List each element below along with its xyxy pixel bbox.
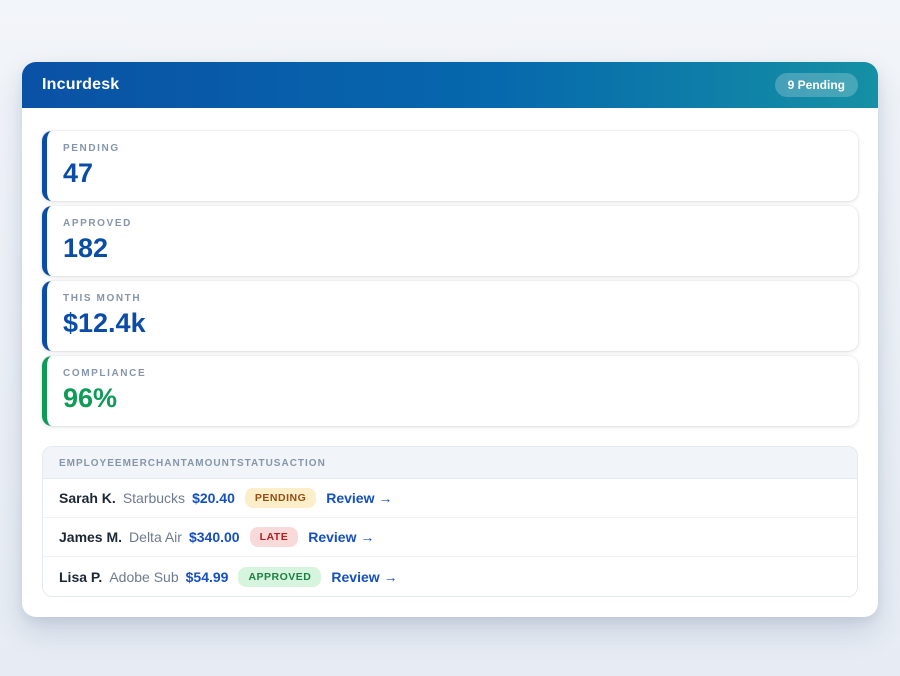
status-badge: APPROVED	[238, 567, 321, 587]
stat-label: APPROVED	[63, 218, 842, 229]
app-header: Incurdesk 9 Pending	[22, 62, 878, 108]
stat-label: COMPLIANCE	[63, 368, 842, 379]
stat-card-approved: APPROVED 182	[42, 206, 858, 276]
stat-value: $12.4k	[63, 308, 842, 339]
column-header-status: STATUS	[237, 458, 282, 469]
stat-value: 47	[63, 158, 842, 189]
app-title: Incurdesk	[42, 76, 119, 94]
table-row: Sarah K. Starbucks $20.40 PENDING Review…	[43, 479, 857, 518]
table-row: James M. Delta Air $340.00 LATE Review →	[43, 518, 857, 557]
stat-card-compliance: COMPLIANCE 96%	[42, 356, 858, 426]
merchant-name: Starbucks	[123, 490, 185, 506]
pending-count-badge: 9 Pending	[775, 73, 858, 97]
employee-name: James M.	[59, 529, 122, 545]
review-link[interactable]: Review →	[308, 529, 374, 545]
status-badge: PENDING	[245, 488, 316, 508]
column-header-action: ACTION	[281, 458, 325, 469]
stat-value: 96%	[63, 383, 842, 414]
expense-amount: $54.99	[186, 569, 229, 585]
merchant-name: Adobe Sub	[109, 569, 178, 585]
column-header-employee: EMPLOYEE	[59, 458, 123, 469]
employee-name: Lisa P.	[59, 569, 102, 585]
expense-amount: $340.00	[189, 529, 240, 545]
review-link[interactable]: Review →	[331, 569, 397, 585]
status-badge: LATE	[250, 527, 299, 547]
expense-table: EMPLOYEEMERCHANTAMOUNTSTATUSACTION Sarah…	[42, 446, 858, 597]
employee-name: Sarah K.	[59, 490, 116, 506]
stat-label: PENDING	[63, 143, 842, 154]
stat-card-this-month: THIS MONTH $12.4k	[42, 281, 858, 351]
table-header-row: EMPLOYEEMERCHANTAMOUNTSTATUSACTION	[43, 447, 857, 479]
column-header-amount: AMOUNT	[187, 458, 237, 469]
merchant-name: Delta Air	[129, 529, 182, 545]
stat-label: THIS MONTH	[63, 293, 842, 304]
table-row: Lisa P. Adobe Sub $54.99 APPROVED Review…	[43, 557, 857, 596]
stat-value: 182	[63, 233, 842, 264]
column-header-merchant: MERCHANT	[123, 458, 187, 469]
incurdesk-panel: Incurdesk 9 Pending PENDING 47 APPROVED …	[22, 62, 878, 617]
review-link[interactable]: Review →	[326, 490, 392, 506]
expense-amount: $20.40	[192, 490, 235, 506]
panel-body: PENDING 47 APPROVED 182 THIS MONTH $12.4…	[22, 108, 878, 617]
stat-card-pending: PENDING 47	[42, 131, 858, 201]
